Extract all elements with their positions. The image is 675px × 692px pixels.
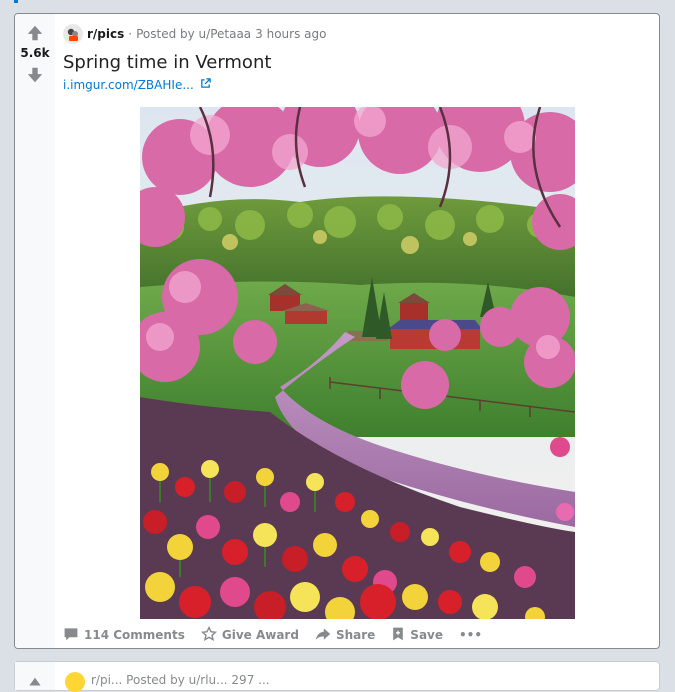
save-label: Save	[410, 628, 443, 642]
post-time: 3 hours ago	[255, 27, 327, 41]
give-award-button[interactable]: Give Award	[200, 625, 299, 645]
downvote-icon[interactable]	[26, 66, 44, 84]
meta-separator: ·	[128, 27, 133, 41]
bookmark-icon	[391, 626, 410, 645]
share-label: Share	[335, 628, 376, 642]
subreddit-avatar-icon[interactable]	[63, 24, 83, 44]
previous-post-edge	[0, 0, 675, 3]
next-post-meta: r/pi... Posted by u/rlu... 297 ...	[91, 673, 270, 687]
comment-icon	[63, 626, 84, 645]
subreddit-link[interactable]: r/pics	[87, 27, 124, 41]
vermont-spring-landscape	[140, 107, 575, 619]
vote-column	[15, 662, 55, 690]
vote-column: 5.6k	[15, 14, 55, 648]
subreddit-avatar-icon[interactable]	[65, 672, 85, 692]
upvote-icon[interactable]	[26, 24, 44, 42]
comments-button[interactable]: 114 Comments	[63, 626, 185, 645]
post-meta: r/pics · Posted by u/Petaaa 3 hours ago	[63, 24, 326, 44]
external-link-icon[interactable]	[200, 78, 211, 92]
post-link-text[interactable]: i.imgur.com/ZBAHIe...	[63, 78, 194, 92]
post-image[interactable]	[140, 107, 575, 619]
vote-score: 5.6k	[20, 46, 50, 60]
accent-mark	[14, 0, 18, 3]
more-options-button[interactable]: •••	[459, 628, 482, 642]
posted-by[interactable]: Posted by u/Petaaa	[136, 27, 251, 41]
next-post-card[interactable]: r/pi... Posted by u/rlu... 297 ...	[14, 661, 660, 692]
share-icon	[315, 626, 336, 645]
post-actions: 114 Comments Give Award Share Save •••	[63, 624, 498, 646]
post-card[interactable]: 5.6k r/pics · Posted by u/Petaaa 3 hours…	[14, 13, 660, 649]
comments-label: 114 Comments	[84, 628, 185, 642]
post-title[interactable]: Spring time in Vermont	[63, 52, 271, 73]
save-button[interactable]: Save	[391, 626, 443, 645]
award-icon	[200, 625, 222, 645]
upvote-icon[interactable]	[28, 672, 42, 691]
post-link[interactable]: i.imgur.com/ZBAHIe...	[63, 78, 211, 92]
share-button[interactable]: Share	[315, 626, 375, 645]
award-label: Give Award	[221, 628, 299, 642]
more-options-icon: •••	[459, 628, 483, 642]
